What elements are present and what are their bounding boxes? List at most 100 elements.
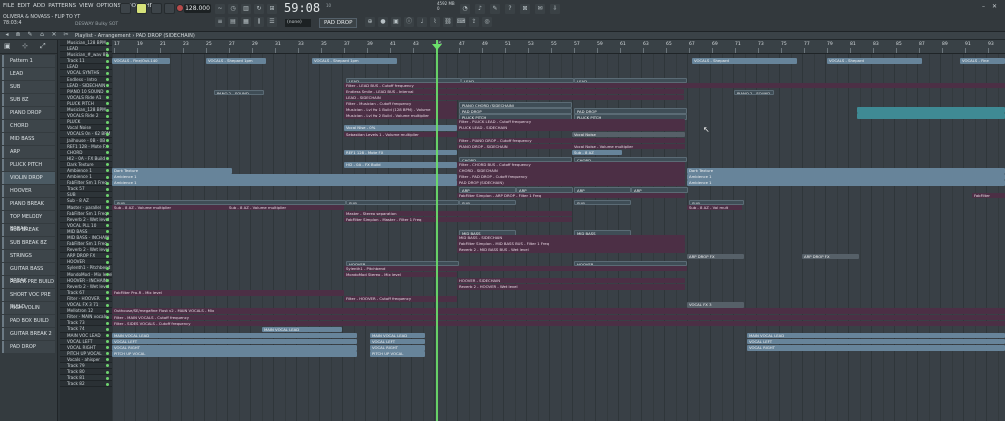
pattern-item[interactable]: SUB bbox=[2, 81, 55, 93]
automation-clip[interactable]: HOOVER - SIDECHAIN bbox=[457, 277, 685, 284]
playlist-clip[interactable]: MAIN VOCAL LEAD bbox=[112, 332, 357, 339]
download-icon[interactable]: ⇩ bbox=[550, 4, 560, 14]
pat-song-toggle[interactable] bbox=[136, 3, 147, 14]
automation-clip[interactable]: Master - Stereo separation bbox=[344, 210, 572, 217]
delete-icon[interactable]: ✕ bbox=[50, 31, 58, 39]
mic-icon[interactable]: ♪ bbox=[475, 4, 485, 14]
metronome-knob-icon[interactable] bbox=[120, 3, 131, 14]
pattern-item[interactable]: TOP MELODY BREAK bbox=[2, 211, 55, 232]
playlist-clip[interactable]: PITCH UP VOCAL bbox=[370, 351, 425, 357]
pattern-item[interactable]: MID BASS bbox=[2, 133, 55, 145]
playlist-clip[interactable]: Ambience 1 bbox=[112, 180, 457, 186]
playlist-clip[interactable]: MAIN VOCAL LEAD bbox=[370, 332, 425, 339]
playlist-clip[interactable]: VOCAL LEFT bbox=[112, 338, 357, 345]
automation-clip[interactable]: Endless Smile - LEAD BUS - Interval bbox=[344, 88, 684, 95]
plugin-picker-icon[interactable]: ⊕ bbox=[365, 17, 375, 27]
countdown-icon[interactable]: ▥ bbox=[241, 4, 251, 14]
automation-clip[interactable]: Reverb 2 - MID BASS BUS - Wet level bbox=[457, 247, 685, 253]
playlist-clip[interactable]: VOCALS - Shepard bbox=[827, 58, 922, 64]
playlist-clip[interactable]: HI2 - 0A - FX Build bbox=[344, 162, 457, 168]
playlist-clip[interactable]: Ambience 1 bbox=[112, 174, 457, 180]
playlist-clip[interactable]: ARP DROP FX bbox=[687, 253, 744, 259]
piano-roll-icon[interactable]: ▤ bbox=[228, 17, 238, 27]
automation-clip[interactable]: Filter - PAD DROP - Cutoff frequency bbox=[457, 174, 685, 180]
playlist-clip[interactable]: MAIN VOCAL LEAD bbox=[747, 332, 1005, 339]
share-icon[interactable]: ⇪ bbox=[469, 17, 479, 27]
pattern-item[interactable]: PIANO BREAK bbox=[2, 198, 55, 210]
automation-clip[interactable]: Musician - Lvl fw 1 Build (128 BPM) - Vo… bbox=[344, 107, 457, 113]
automation-clip[interactable]: Sub - 8 AZ - Volume multiplier bbox=[227, 204, 344, 211]
playlist-clip[interactable]: Vocal Nise - 0% bbox=[344, 125, 457, 131]
minimize-icon[interactable]: – bbox=[982, 3, 985, 10]
playlist-clip[interactable]: VOCAL FX 3 bbox=[687, 302, 744, 308]
playlist-clip[interactable]: Ambience 1 bbox=[687, 174, 1005, 180]
playlist-clip[interactable]: REF1 128 - Mote FX bbox=[344, 149, 457, 156]
automation-clip[interactable]: Vocal Noise - Volume multiplier bbox=[572, 143, 685, 150]
online-icon[interactable]: ◎ bbox=[482, 17, 492, 27]
pattern-item[interactable]: ARP bbox=[2, 146, 55, 158]
automation-clip[interactable]: Musician - Lvl fw 2 Build - Volume multi… bbox=[344, 113, 457, 119]
playlist-menu-icon[interactable]: ◂ bbox=[3, 31, 11, 39]
pattern-item[interactable]: LEAD bbox=[2, 68, 55, 80]
magnet-icon[interactable]: ⋒ bbox=[14, 31, 22, 39]
automation-clip[interactable]: Sub - 8 AZ - Volume multiplier bbox=[112, 204, 227, 211]
picker-clips-icon[interactable]: ▣ bbox=[4, 42, 11, 50]
wave-icon[interactable]: ~ bbox=[215, 4, 225, 14]
slice-icon[interactable]: ✂ bbox=[62, 31, 70, 39]
step-edit-icon[interactable]: ⊞ bbox=[267, 4, 277, 14]
playlist-clip[interactable]: VOCAL RIGHT bbox=[747, 345, 1005, 351]
playlist-clip[interactable]: Ambience 1 bbox=[687, 180, 1005, 186]
pattern-item[interactable]: PAD BOX BUILD bbox=[2, 315, 55, 327]
playlist-clip[interactable]: MAIN VOCAL LEAD bbox=[262, 326, 342, 333]
playlist-clip[interactable]: VOCALS - Shepard 1pm bbox=[312, 58, 397, 64]
playlist-clip[interactable]: PITCH UP VOCAL bbox=[112, 351, 357, 357]
automation-clip[interactable]: MID BASS - SIDECHAIN bbox=[457, 235, 685, 241]
automation-clip[interactable]: Filter - Musician - Cutoff frequency bbox=[344, 101, 457, 107]
snap-selector[interactable]: (none) bbox=[285, 19, 311, 27]
automation-clip[interactable]: Sebastian Levels 1 - Volume multiplier bbox=[344, 131, 457, 137]
menu-options[interactable]: OPTIONS bbox=[96, 3, 121, 9]
chat-icon[interactable]: ✉ bbox=[535, 4, 545, 14]
pattern-item[interactable]: PLUCK PITCH bbox=[2, 159, 55, 171]
automation-clip[interactable]: PLUCK LEAD - SIDECHAIN bbox=[457, 125, 685, 131]
playlist-clip[interactable]: VOCALS - Fine bbox=[960, 58, 1005, 64]
automation-clip[interactable]: MondoMod Stereo - Mix level bbox=[344, 271, 457, 278]
playlist-clip[interactable]: Vocal Noise bbox=[572, 131, 685, 137]
automation-clip[interactable]: Filter - SIDES VOCALS - Cutoff frequency bbox=[112, 320, 1005, 327]
pattern-item[interactable]: HOOVER bbox=[2, 185, 55, 197]
shop-icon[interactable]: ⊠ bbox=[520, 4, 530, 14]
browser-icon[interactable]: ☰ bbox=[267, 17, 277, 27]
mixer-icon[interactable]: ⫼ bbox=[254, 17, 264, 27]
playlist-clip[interactable] bbox=[857, 107, 1005, 113]
picker-sort-icon[interactable]: ⊹ bbox=[22, 42, 28, 50]
pattern-item[interactable]: SUB 8Z bbox=[2, 94, 55, 106]
pattern-item[interactable]: PLUCK PRE BUILD bbox=[2, 276, 55, 288]
pattern-item[interactable]: PIANO DROP bbox=[2, 107, 55, 119]
record-icon[interactable] bbox=[176, 4, 184, 12]
automation-clip[interactable]: FabFilter Simplon - MID BASS BUS - Filte… bbox=[457, 241, 685, 247]
automation-clip[interactable]: CHORD - SIDECHAIN bbox=[457, 168, 685, 174]
automation-clip[interactable]: Sub - 8 AZ - Vol mult bbox=[687, 204, 742, 211]
pattern-item[interactable]: GUITAR BASS BREAK bbox=[2, 263, 55, 284]
channel-rack-icon[interactable]: ▦ bbox=[241, 17, 251, 27]
pattern-item[interactable]: Pattern 1 bbox=[2, 55, 55, 67]
automation-clip[interactable]: Outhouse/SE/megafine Flost v2 - MAIN VOC… bbox=[112, 308, 1005, 314]
news-icon[interactable]: ✎ bbox=[490, 4, 500, 14]
track-header[interactable]: Track 82 bbox=[60, 381, 112, 388]
automation-clip[interactable]: FabFilter bbox=[972, 192, 1005, 198]
playlist-clip[interactable]: ARP DROP FX bbox=[802, 253, 859, 259]
picker-mode-icon[interactable]: ⤢ bbox=[40, 42, 46, 51]
pattern-selector[interactable]: PAD DROP bbox=[319, 18, 357, 28]
playlist-clip[interactable]: SUB bbox=[574, 199, 631, 206]
menu-edit[interactable]: EDIT bbox=[17, 3, 30, 9]
playlist-clip[interactable]: PIANO CHORD (SIDECHAIN) bbox=[459, 102, 572, 108]
play-icon[interactable] bbox=[151, 3, 162, 14]
automation-clip[interactable]: Filter - HOOVER - Cutoff frequency bbox=[344, 296, 457, 302]
wait-icon[interactable]: ◷ bbox=[228, 4, 238, 14]
playlist-clip[interactable]: PAD DROP bbox=[574, 108, 687, 114]
time-display[interactable]: 59:08 bbox=[284, 1, 320, 15]
link-icon[interactable]: ⛓ bbox=[443, 17, 453, 27]
playlist-clip[interactable] bbox=[857, 113, 1005, 119]
pattern-item[interactable]: HIGH VOLIN bbox=[2, 302, 55, 314]
playlist-clip[interactable]: VOCALS - Shepard bbox=[692, 58, 797, 64]
